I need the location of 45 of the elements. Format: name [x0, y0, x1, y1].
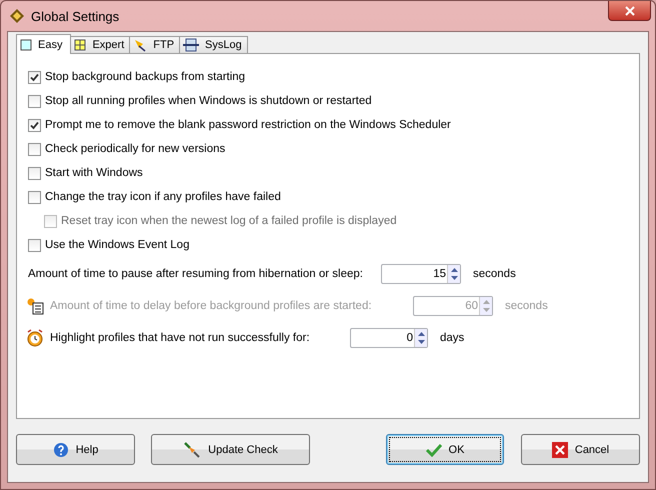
help-icon: [52, 442, 69, 458]
checkmark-icon: [426, 442, 442, 456]
unit-label: seconds: [505, 300, 548, 312]
checkbox-label: Start with Windows: [45, 167, 143, 179]
tab[interactable]: FTP: [129, 36, 180, 53]
cancel-icon: [552, 442, 568, 458]
checkbox[interactable]: [28, 70, 41, 84]
spinner-label: Amount of time to pause after resuming from hibernation or sleep:: [28, 268, 363, 280]
checkbox-label: Change the tray icon if any profiles have failed: [45, 191, 281, 203]
spinner-label: Highlight profiles that have not run successfully for:: [50, 332, 310, 344]
cancel-button[interactable]: Cancel: [521, 434, 640, 465]
checkbox-label: Stop background backups from starting: [45, 71, 246, 83]
checkbox[interactable]: [28, 118, 41, 132]
app-icon: [9, 8, 25, 24]
help-button[interactable]: Help: [16, 434, 135, 465]
square-icon: [20, 38, 32, 50]
tab[interactable]: SysLog: [179, 36, 248, 53]
grid-icon: [74, 39, 86, 51]
tab[interactable]: Expert: [70, 36, 130, 53]
update-check-button[interactable]: Update Check: [151, 434, 310, 465]
number-spinner[interactable]: 0: [350, 328, 428, 348]
close-button[interactable]: [608, 1, 651, 21]
spinner-label: Amount of time to delay before background profiles are started:: [50, 300, 372, 312]
checkbox[interactable]: [28, 238, 41, 252]
checkbox[interactable]: [28, 142, 41, 156]
checkbox-label: Reset tray icon when the newest log of a failed profile is displayed: [61, 215, 397, 227]
checkbox[interactable]: [28, 94, 41, 108]
number-spinner[interactable]: 15: [381, 264, 461, 284]
tab[interactable]: Easy: [16, 34, 72, 54]
alarm-clock-icon: [26, 329, 44, 347]
checkbox-label: Stop all running profiles when Windows is shutdown or restarted: [45, 95, 372, 107]
unit-label: seconds: [473, 268, 516, 280]
checkbox[interactable]: [28, 190, 41, 204]
checkbox[interactable]: [28, 166, 41, 180]
unit-label: days: [440, 332, 464, 344]
plug-icon: [183, 440, 202, 458]
list-gear-icon: [26, 297, 44, 315]
checkbox-label: Prompt me to remove the blank password restriction on the Windows Scheduler: [45, 119, 451, 131]
close-icon: [624, 6, 634, 16]
checkbox-label: Use the Windows Event Log: [45, 239, 190, 251]
ok-button[interactable]: OK: [386, 434, 504, 465]
pen-icon: [133, 38, 148, 52]
document-icon: [183, 38, 200, 52]
window-title: Global Settings: [31, 8, 120, 24]
checkbox-label: Check periodically for new versions: [45, 143, 226, 155]
